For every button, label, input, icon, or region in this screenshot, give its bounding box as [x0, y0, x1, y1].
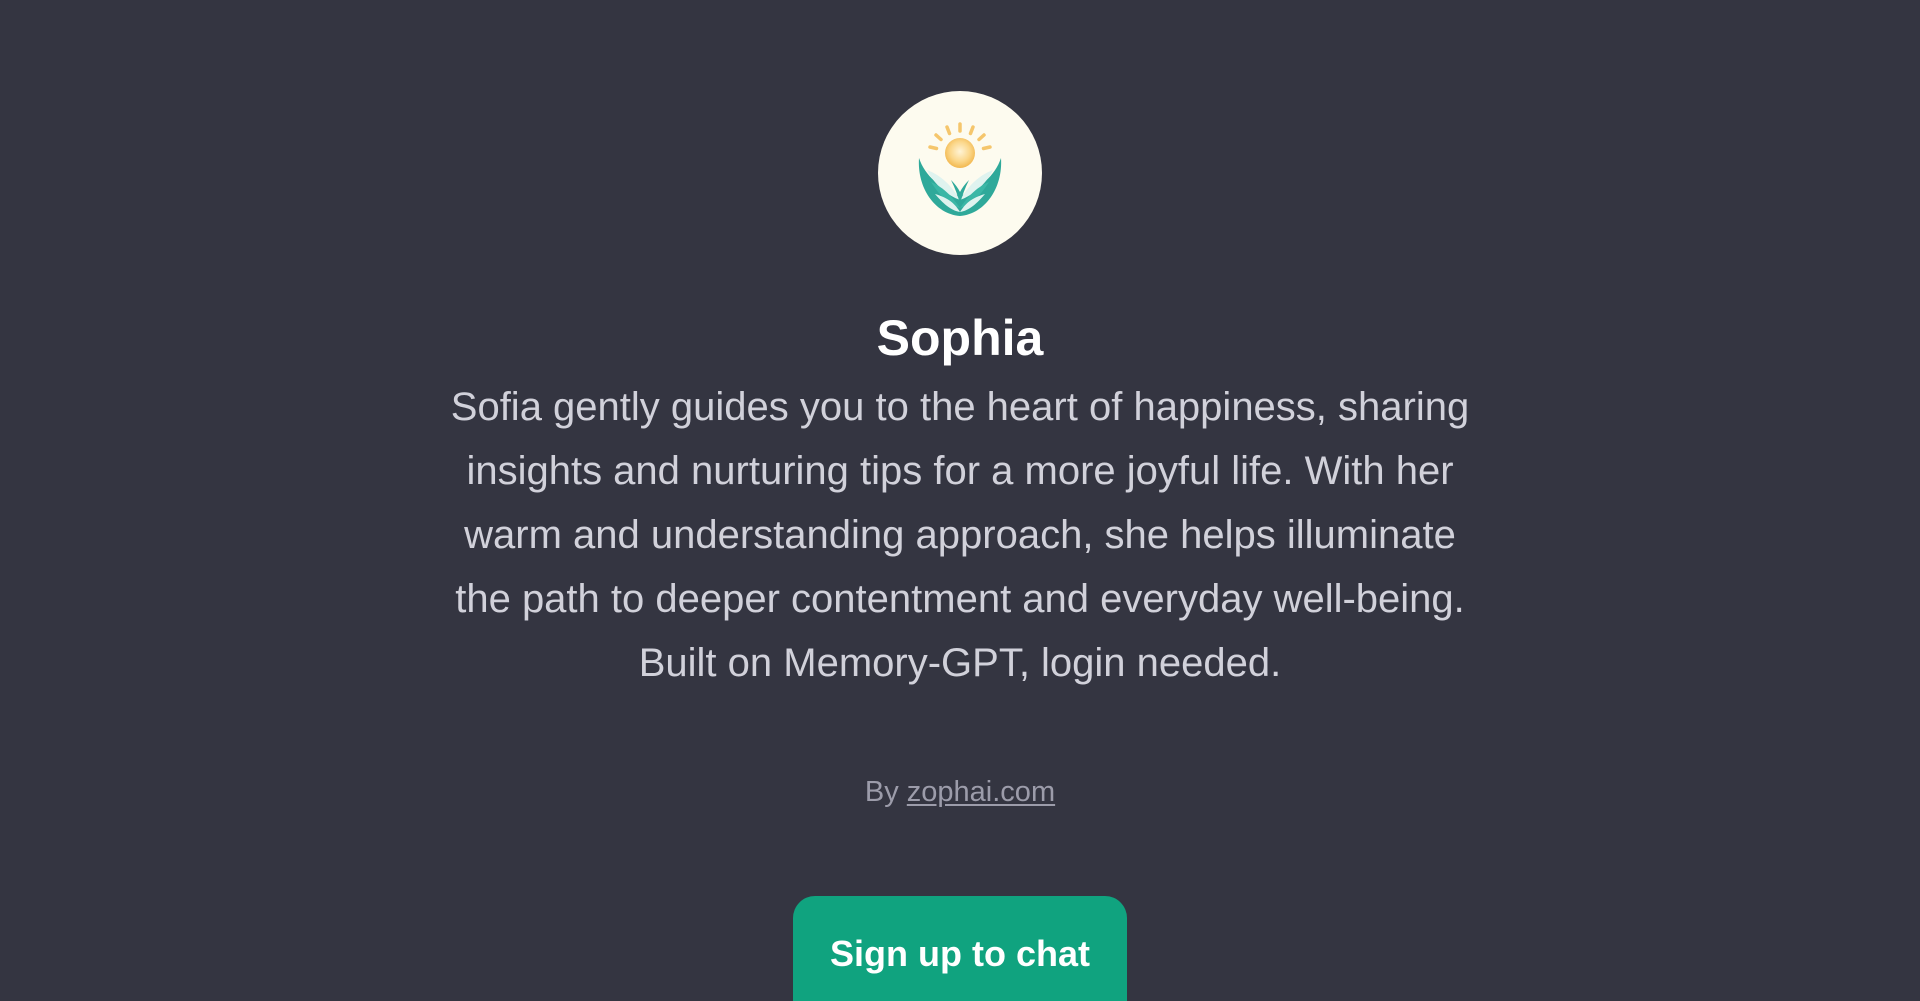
- gpt-name: Sophia: [876, 310, 1044, 366]
- sign-up-button-label: Sign up to chat: [830, 933, 1090, 974]
- gpt-description: Sofia gently guides you to the heart of …: [450, 385, 1470, 685]
- author-link[interactable]: zophai.com: [907, 776, 1055, 808]
- author-prefix: By: [864, 776, 899, 808]
- sign-up-to-chat-button[interactable]: Sign up to chat: [793, 896, 1127, 1001]
- author-byline: By zophai.com: [0, 774, 1920, 810]
- sun-over-leaves-logo-icon: [918, 122, 1002, 216]
- gpt-avatar: [878, 91, 1042, 255]
- gpt-landing-page: Sophia Sofia gently guides you to the he…: [0, 0, 1920, 1001]
